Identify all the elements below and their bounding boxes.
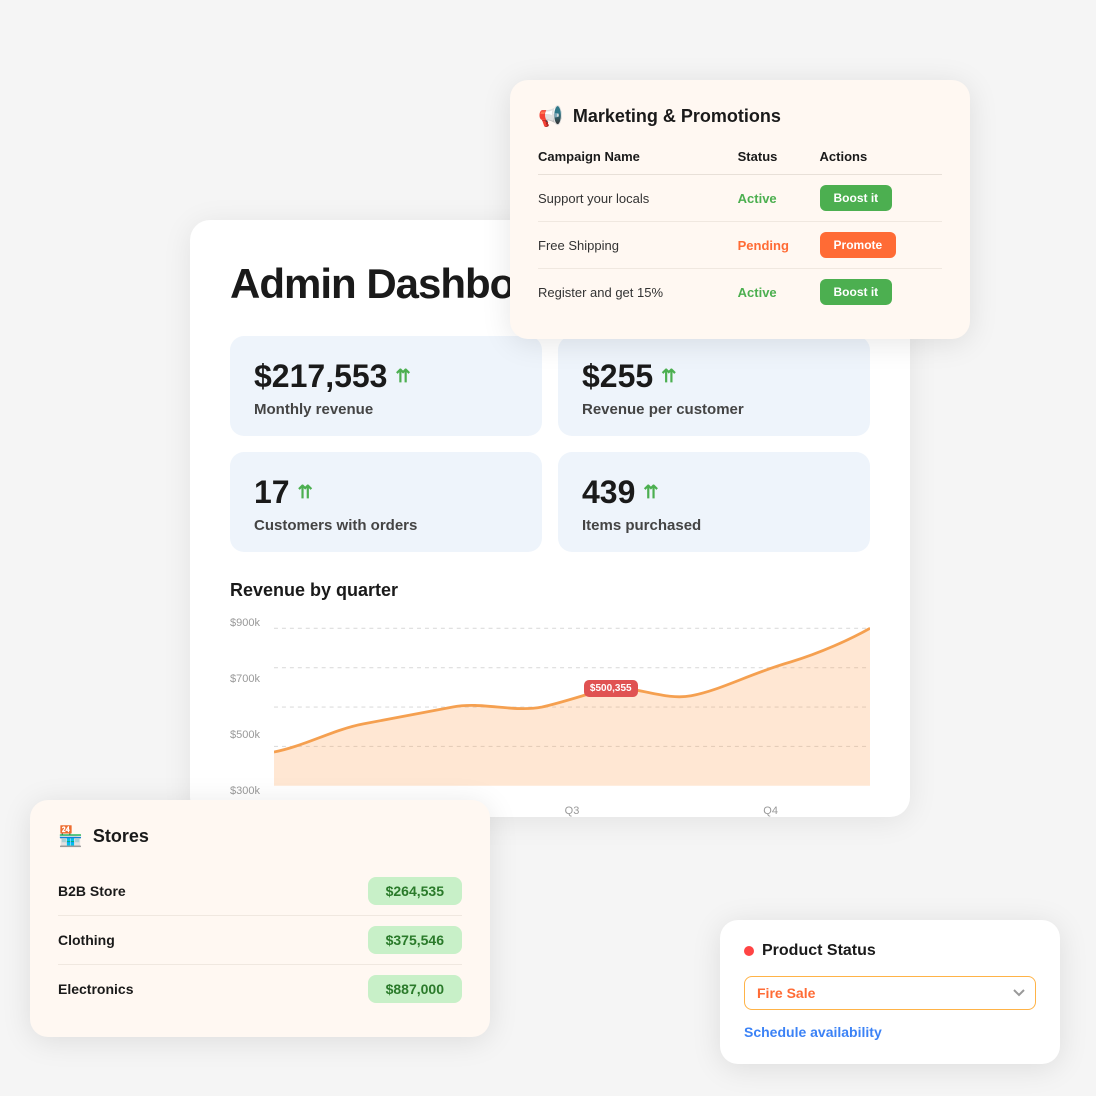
boost-button[interactable]: Boost it bbox=[820, 185, 893, 211]
product-status-header: Product Status bbox=[744, 942, 1036, 960]
status-badge: Active bbox=[738, 285, 777, 300]
store-icon: 🏪 bbox=[58, 824, 83, 849]
megaphone-icon: 📢 bbox=[538, 104, 563, 129]
chart-section: Revenue by quarter $900k $700k $500k $30… bbox=[230, 580, 870, 817]
store-value: $375,546 bbox=[368, 926, 462, 954]
chart-area: $500,355 bbox=[274, 617, 870, 797]
marketing-title: Marketing & Promotions bbox=[573, 106, 781, 127]
store-name: B2B Store bbox=[58, 883, 126, 899]
schedule-availability-link[interactable]: Schedule availability bbox=[744, 1024, 882, 1040]
metric-revenue-per-customer: $255 ⇈ Revenue per customer bbox=[558, 336, 870, 436]
customers-orders-value: 17 bbox=[254, 474, 290, 511]
metric-customers-with-orders: 17 ⇈ Customers with orders bbox=[230, 452, 542, 552]
items-purchased-trend-icon: ⇈ bbox=[643, 482, 658, 503]
items-purchased-label: Items purchased bbox=[582, 517, 846, 534]
revenue-per-customer-value: $255 bbox=[582, 358, 653, 395]
revenue-per-customer-trend-icon: ⇈ bbox=[661, 366, 676, 387]
status-indicator-dot bbox=[744, 946, 754, 956]
chart-tooltip: $500,355 bbox=[584, 680, 638, 697]
metric-items-purchased: 439 ⇈ Items purchased bbox=[558, 452, 870, 552]
marketing-table: Campaign Name Status Actions Support you… bbox=[538, 149, 942, 315]
stores-card: 🏪 Stores B2B Store $264,535 Clothing $37… bbox=[30, 800, 490, 1037]
product-status-card: Product Status Fire Sale Active Inactive… bbox=[720, 920, 1060, 1064]
campaign-name: Support your locals bbox=[538, 175, 738, 222]
items-purchased-value: 439 bbox=[582, 474, 635, 511]
table-row: Register and get 15% Active Boost it bbox=[538, 269, 942, 316]
product-status-select[interactable]: Fire Sale Active Inactive Draft bbox=[744, 976, 1036, 1010]
customers-orders-label: Customers with orders bbox=[254, 517, 518, 534]
status-badge: Pending bbox=[738, 238, 789, 253]
store-value: $264,535 bbox=[368, 877, 462, 905]
store-row: Clothing $375,546 bbox=[58, 916, 462, 965]
marketing-header: 📢 Marketing & Promotions bbox=[538, 104, 942, 129]
revenue-per-customer-label: Revenue per customer bbox=[582, 401, 846, 418]
boost-button[interactable]: Boost it bbox=[820, 279, 893, 305]
store-name: Clothing bbox=[58, 932, 115, 948]
metric-monthly-revenue: $217,553 ⇈ Monthly revenue bbox=[230, 336, 542, 436]
chart-title: Revenue by quarter bbox=[230, 580, 870, 601]
col-actions: Actions bbox=[820, 149, 942, 175]
status-badge: Active bbox=[738, 191, 777, 206]
store-value: $887,000 bbox=[368, 975, 462, 1003]
promote-button[interactable]: Promote bbox=[820, 232, 897, 258]
campaign-name: Free Shipping bbox=[538, 222, 738, 269]
monthly-revenue-trend-icon: ⇈ bbox=[395, 366, 410, 387]
stores-header: 🏪 Stores bbox=[58, 824, 462, 849]
table-row: Free Shipping Pending Promote bbox=[538, 222, 942, 269]
store-name: Electronics bbox=[58, 981, 133, 997]
campaign-name: Register and get 15% bbox=[538, 269, 738, 316]
monthly-revenue-label: Monthly revenue bbox=[254, 401, 518, 418]
store-row: Electronics $887,000 bbox=[58, 965, 462, 1013]
metrics-grid: $217,553 ⇈ Monthly revenue $255 ⇈ Revenu… bbox=[230, 336, 870, 552]
product-status-title: Product Status bbox=[762, 942, 876, 960]
stores-title: Stores bbox=[93, 826, 149, 847]
chart-y-labels: $900k $700k $500k $300k bbox=[230, 617, 260, 817]
col-status: Status bbox=[738, 149, 820, 175]
customers-orders-trend-icon: ⇈ bbox=[298, 482, 313, 503]
monthly-revenue-value: $217,553 bbox=[254, 358, 387, 395]
table-row: Support your locals Active Boost it bbox=[538, 175, 942, 222]
chart-container: $900k $700k $500k $300k bbox=[230, 617, 870, 817]
store-row: B2B Store $264,535 bbox=[58, 867, 462, 916]
col-campaign-name: Campaign Name bbox=[538, 149, 738, 175]
marketing-promotions-card: 📢 Marketing & Promotions Campaign Name S… bbox=[510, 80, 970, 339]
